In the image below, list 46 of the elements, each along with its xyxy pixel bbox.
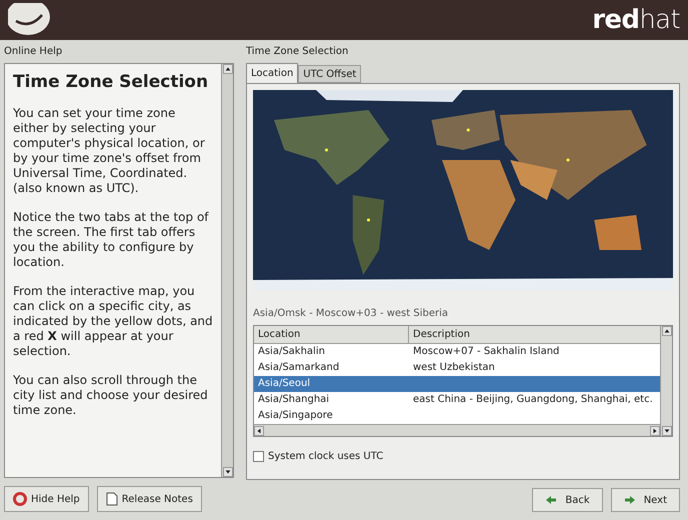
frame-title: Time Zone Selection: [246, 45, 350, 59]
right-arrow-icon: [624, 495, 636, 505]
vertical-scrollbar[interactable]: [660, 326, 672, 436]
location-cell-text: Asia/Singapore: [257, 409, 334, 423]
location-cell-text: Asia/Seoul: [257, 377, 312, 391]
horizontal-scrollbar[interactable]: [254, 424, 660, 436]
scroll-up-arrow-icon[interactable]: [662, 326, 672, 336]
checkbox[interactable]: [253, 451, 264, 462]
description-cell-text: Moscow+07 - Sakhalin Island: [412, 345, 560, 359]
left-arrow-icon: [545, 495, 558, 505]
location-cell-text: Asia/Samarkand: [257, 361, 340, 375]
column-header[interactable]: Description: [409, 326, 660, 343]
location-cell-text: Asia/Shanghai: [257, 393, 330, 407]
location-cell-text: Asia/Sakhalin: [257, 345, 326, 359]
back-button[interactable]: Back: [532, 488, 603, 512]
scroll-left-arrow-icon[interactable]: [254, 426, 264, 436]
tab[interactable]: UTC Offset: [298, 65, 362, 83]
table-row[interactable]: Asia/Sakhalin Moscow+07 - Sakhalin Island: [254, 344, 660, 360]
lifebuoy-icon: [13, 492, 27, 506]
scrollbar[interactable]: [221, 64, 233, 477]
scroll-down-arrow-icon[interactable]: [662, 426, 672, 436]
description-cell-text: west Uzbekistan: [412, 361, 496, 375]
panel-title: Online Help: [4, 45, 64, 59]
release-notes-button[interactable]: Release Notes: [96, 486, 202, 512]
column-header[interactable]: Location: [254, 326, 409, 343]
table-row[interactable]: Asia/Shanghai east China - Beijing, Guangdong, Shanghai, etc.: [254, 392, 660, 408]
help-heading: Time Zone Selection: [13, 72, 210, 92]
redhat-logo: redhat: [592, 4, 680, 36]
help-paragraph: From the interactive map, you can click on a specific city, as indicated by the yellow dots, and a red X will appear at your selection.: [13, 284, 213, 359]
hat-logo-icon: [8, 3, 52, 37]
help-paragraph: You can set your time zone either by selecting your computer's physical location, or by your time zone's offset from Universal Time, Coordinated. (also known as UTC).: [13, 106, 206, 196]
hide-help-button[interactable]: Hide Help: [4, 486, 89, 512]
checkbox-label: System clock uses UTC: [268, 450, 384, 464]
scroll-right-arrow-icon[interactable]: [650, 426, 660, 436]
help-paragraph: Notice the two tabs at the top of the screen. The first tab offers you the ability to configure by location.: [13, 210, 210, 270]
help-paragraph: You can also scroll through the city list and choose your desired time zone.: [13, 373, 209, 418]
status-text: Asia/Omsk - Moscow+03 - west Siberia: [253, 307, 450, 321]
table-row[interactable]: Asia/Singapore: [254, 408, 660, 424]
table-row[interactable]: Asia/Seoul: [254, 376, 660, 392]
scroll-up-arrow-icon[interactable]: [222, 64, 232, 74]
table-row[interactable]: Asia/Samarkand west Uzbekistan: [254, 360, 660, 376]
document-icon: [106, 492, 118, 506]
scroll-down-arrow-icon[interactable]: [222, 467, 232, 477]
next-button[interactable]: Next: [610, 488, 680, 512]
description-cell-text: east China - Beijing, Guangdong, Shanghai, etc.: [412, 393, 654, 407]
tab[interactable]: Location: [246, 63, 298, 83]
